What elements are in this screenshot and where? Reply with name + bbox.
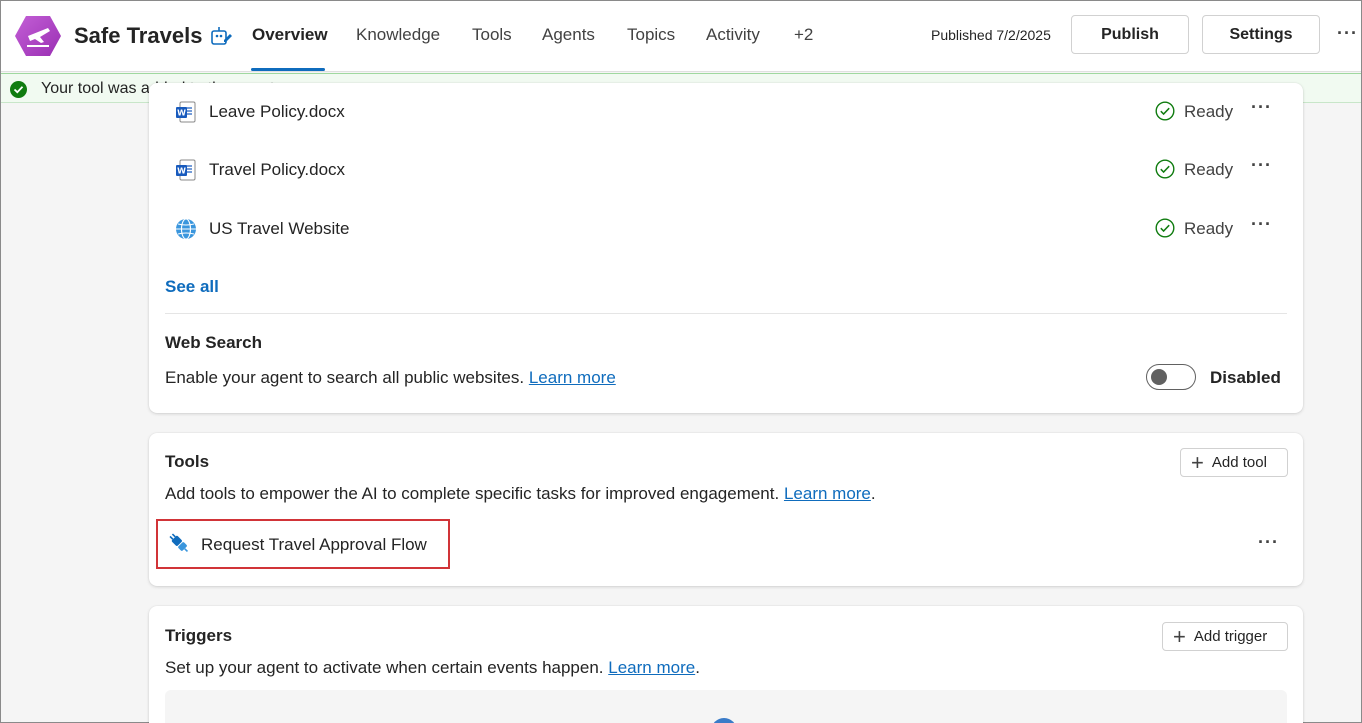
publish-button[interactable]: Publish <box>1071 15 1189 54</box>
item-more-icon[interactable]: ··· <box>1251 97 1272 118</box>
tab-agents[interactable]: Agents <box>542 25 595 45</box>
active-tab-indicator <box>251 68 325 71</box>
plus-icon: + <box>1173 623 1186 649</box>
toggle-knob <box>1151 369 1167 385</box>
knowledge-item-name[interactable]: US Travel Website <box>209 219 349 239</box>
svg-text:W: W <box>177 109 186 118</box>
agent-edit-icon[interactable] <box>209 24 233 48</box>
app-title: Safe Travels <box>74 23 203 48</box>
knowledge-item-status: Ready <box>1184 219 1234 238</box>
triggers-empty-area <box>165 690 1287 723</box>
triggers-learn-more-link[interactable]: Learn more <box>608 658 695 677</box>
knowledge-item-name[interactable]: Travel Policy.docx <box>209 160 345 180</box>
word-icon: W <box>174 100 198 124</box>
checkmark-circle-icon <box>10 81 27 98</box>
web-search-description-text: Enable your agent to search all public w… <box>165 368 525 387</box>
tab-more[interactable]: +2 <box>794 25 813 45</box>
see-all-link[interactable]: See all <box>165 277 219 297</box>
triggers-description-text: Set up your agent to activate when certa… <box>165 658 604 677</box>
add-trigger-button[interactable]: + Add trigger <box>1162 622 1288 651</box>
period: . <box>695 658 700 677</box>
knowledge-item-name[interactable]: Leave Policy.docx <box>209 102 345 122</box>
plus-icon: + <box>1191 449 1204 475</box>
tab-activity[interactable]: Activity <box>706 25 760 45</box>
triggers-card: Triggers + Add trigger Set up your agent… <box>149 606 1303 723</box>
item-more-icon[interactable]: ··· <box>1251 155 1272 176</box>
web-search-learn-more-link[interactable]: Learn more <box>529 368 616 387</box>
web-search-toggle-label: Disabled <box>1210 368 1281 387</box>
period: . <box>870 484 876 503</box>
knowledge-card: W Leave Policy.docx Ready ··· W Travel P… <box>149 83 1303 413</box>
add-tool-button[interactable]: + Add tool <box>1180 448 1288 477</box>
triggers-description: Set up your agent to activate when certa… <box>165 658 700 678</box>
tab-overview[interactable]: Overview <box>252 25 328 45</box>
word-icon: W <box>174 158 198 182</box>
ready-check-icon <box>1155 159 1175 179</box>
tab-topics[interactable]: Topics <box>627 25 675 45</box>
add-trigger-label: Add trigger <box>1193 628 1268 645</box>
trigger-illustration-icon <box>711 718 737 723</box>
tools-description: Add tools to empower the AI to complete … <box>165 484 876 504</box>
tab-tools[interactable]: Tools <box>472 25 512 45</box>
published-date: Published 7/2/2025 <box>931 27 1051 43</box>
header-more-icon[interactable]: ··· <box>1337 23 1358 44</box>
highlight-box <box>156 519 450 569</box>
add-tool-label: Add tool <box>1211 454 1267 471</box>
tools-title: Tools <box>165 452 210 471</box>
tool-more-icon[interactable]: ··· <box>1258 532 1279 553</box>
agent-logo-icon <box>14 14 62 58</box>
item-more-icon[interactable]: ··· <box>1251 214 1272 235</box>
ready-check-icon <box>1155 101 1175 121</box>
web-search-toggle[interactable] <box>1146 364 1196 390</box>
knowledge-item-status: Ready <box>1184 160 1234 179</box>
svg-text:W: W <box>177 167 186 176</box>
divider <box>165 313 1287 314</box>
top-header: Safe Travels Overview Knowledge Tools Ag… <box>1 1 1361 72</box>
tools-learn-more-link[interactable]: Learn more <box>784 484 871 503</box>
tools-description-text: Add tools to empower the AI to complete … <box>165 484 780 503</box>
tab-knowledge[interactable]: Knowledge <box>356 25 440 45</box>
globe-icon <box>174 217 198 241</box>
settings-button[interactable]: Settings <box>1202 15 1320 54</box>
web-search-description: Enable your agent to search all public w… <box>165 368 616 388</box>
triggers-title: Triggers <box>165 626 233 645</box>
knowledge-item-status: Ready <box>1184 102 1234 121</box>
ready-check-icon <box>1155 218 1175 238</box>
web-search-title: Web Search <box>165 333 263 352</box>
